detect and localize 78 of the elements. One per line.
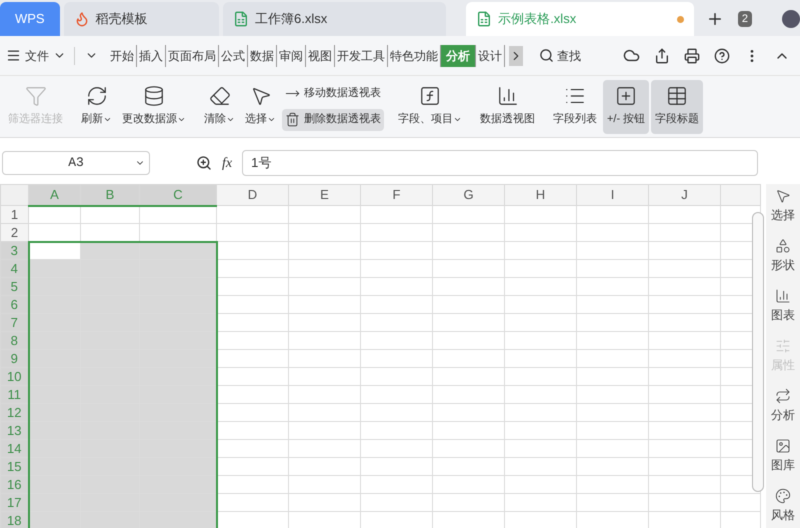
filter-icon: [24, 85, 46, 108]
spreadsheet-icon: [476, 11, 492, 27]
table-icon: [666, 85, 688, 108]
ribbon-tab[interactable]: 分析: [441, 44, 476, 66]
side-panel-button[interactable]: 图表: [771, 288, 795, 324]
ribbon-button[interactable]: 字段、项目: [394, 80, 466, 134]
caret-icon: [177, 115, 186, 124]
column-header[interactable]: G: [432, 184, 504, 206]
vertical-scrollbar[interactable]: [752, 212, 764, 492]
ribbon-tab[interactable]: 插入: [137, 44, 166, 66]
trash-icon: [285, 112, 300, 127]
column-header[interactable]: H: [504, 184, 576, 206]
side-panel-button[interactable]: 图库: [771, 438, 795, 474]
side-panel-button[interactable]: 风格: [771, 488, 795, 524]
ribbon-tab[interactable]: 审阅: [277, 44, 306, 66]
caret-icon: [267, 115, 276, 124]
printer-icon[interactable]: [684, 48, 700, 64]
ribbon-button[interactable]: 刷新: [77, 80, 116, 134]
ribbon-button[interactable]: 字段标题: [651, 80, 704, 134]
share-icon[interactable]: [654, 48, 670, 64]
menu-icon: [6, 48, 21, 63]
palette-icon: [775, 488, 791, 504]
search-button[interactable]: 查找: [539, 46, 581, 64]
spreadsheet-icon: [233, 11, 250, 27]
ribbon-tab[interactable]: 公式: [219, 44, 248, 66]
side-panel-button[interactable]: 形状: [771, 238, 795, 274]
document-tab[interactable]: 稻壳模板: [64, 2, 220, 36]
function-label[interactable]: fx: [222, 152, 232, 174]
row-header[interactable]: 2: [0, 224, 28, 242]
ribbon-small-button[interactable]: 移动数据透视表: [282, 82, 384, 104]
name-box[interactable]: A3: [2, 151, 150, 175]
function-icon: [419, 85, 441, 108]
ribbon-button[interactable]: 更改数据源: [118, 80, 190, 134]
ribbon-button[interactable]: 字段列表: [549, 80, 601, 134]
help-icon[interactable]: [714, 48, 730, 64]
caret-icon: [103, 115, 112, 124]
row-header[interactable]: 1: [0, 206, 28, 224]
bar-chart-icon: [775, 288, 791, 304]
avatar-icon[interactable]: [782, 10, 800, 28]
ribbon-button[interactable]: 选择: [241, 80, 280, 134]
column-header[interactable]: I: [576, 184, 648, 206]
document-tab[interactable]: 工作簿6.xlsx: [223, 2, 446, 36]
ribbon-button[interactable]: 清除: [200, 80, 239, 134]
side-panel-button[interactable]: 分析: [771, 388, 795, 424]
ribbon-tab[interactable]: 设计: [476, 44, 505, 66]
bar-chart-icon: [496, 85, 518, 108]
caret-icon: [453, 115, 462, 124]
side-panel-button[interactable]: 选择: [771, 188, 795, 224]
image-icon: [775, 438, 791, 454]
eraser-icon: [208, 85, 230, 108]
zoom-icon[interactable]: [196, 155, 212, 171]
flame-icon: [74, 11, 90, 27]
column-header[interactable]: F: [360, 184, 432, 206]
ribbon-tab[interactable]: 开始: [108, 44, 137, 66]
pointer-icon: [775, 188, 791, 204]
ribbon-tab[interactable]: 数据: [248, 44, 277, 66]
cycle-icon: [775, 388, 791, 404]
more-tabs-icon[interactable]: [509, 46, 523, 66]
cloud-icon[interactable]: [623, 47, 640, 64]
window-count-badge[interactable]: 2: [738, 10, 752, 28]
refresh-icon: [86, 85, 108, 108]
caret-icon: [226, 115, 235, 124]
column-header[interactable]: E: [288, 184, 360, 206]
column-header[interactable]: J: [648, 184, 720, 206]
formula-input[interactable]: 1号: [242, 150, 758, 176]
sliders-icon: [775, 338, 791, 354]
shapes-icon: [775, 238, 791, 254]
ribbon-tab[interactable]: 视图: [306, 44, 335, 66]
search-icon: [539, 48, 554, 63]
ribbon-small-button[interactable]: 删除数据透视表: [282, 108, 384, 130]
ribbon-button[interactable]: +/- 按钮: [603, 80, 650, 134]
column-header[interactable]: D: [216, 184, 288, 206]
database-icon: [143, 85, 165, 108]
file-menu[interactable]: 文件: [6, 46, 75, 64]
ribbon-tab[interactable]: 开发工具: [335, 44, 388, 66]
ribbon-tab[interactable]: 页面布局: [166, 44, 219, 66]
ribbon-button[interactable]: 数据透视图: [476, 80, 539, 134]
plus-square-icon: [615, 85, 638, 108]
